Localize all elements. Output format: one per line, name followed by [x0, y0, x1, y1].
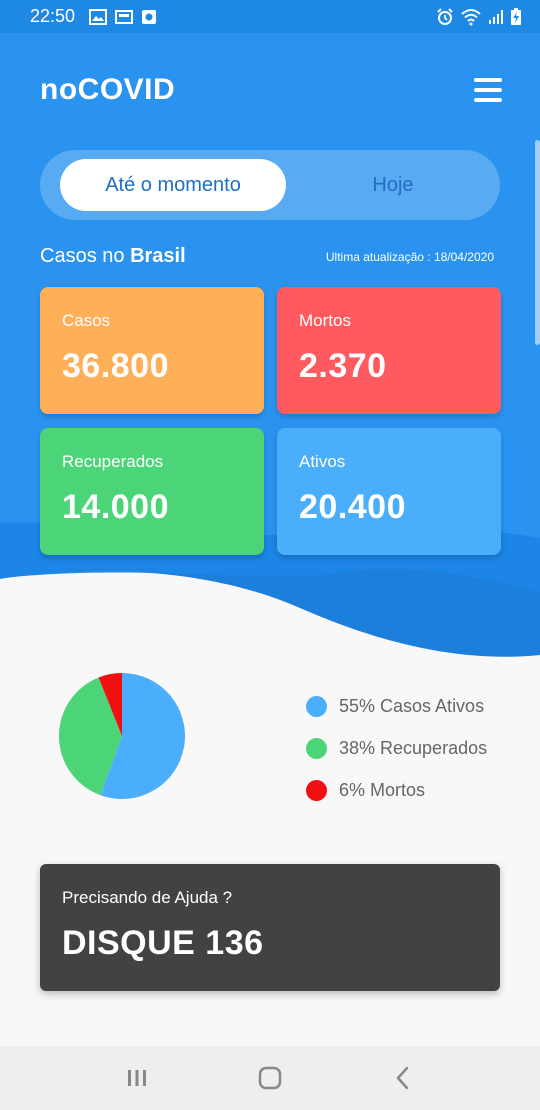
- legend-item: 38% Recuperados: [306, 727, 487, 769]
- legend-label: 6% Mortos: [339, 779, 426, 800]
- help-phone: DISQUE 136: [62, 924, 264, 962]
- image-icon: [89, 8, 108, 25]
- signal-icon: [489, 9, 503, 24]
- tab-ate-o-momento[interactable]: Até o momento: [60, 159, 286, 211]
- menu-icon[interactable]: [474, 78, 502, 102]
- recent-apps-button[interactable]: [117, 1058, 157, 1098]
- cast-icon: [115, 9, 134, 24]
- legend-dot: [306, 695, 327, 717]
- stat-label: Mortos: [299, 311, 351, 330]
- legend-item: 6% Mortos: [306, 769, 487, 811]
- cases-heading-country: Brasil: [130, 245, 186, 267]
- stat-card-ativos[interactable]: Ativos 20.400: [277, 428, 501, 555]
- app-title: noCOVID: [40, 73, 176, 106]
- stat-label: Casos: [62, 311, 111, 330]
- back-button[interactable]: [383, 1058, 423, 1098]
- stat-card-casos[interactable]: Casos 36.800: [40, 287, 264, 414]
- legend-item: 55% Casos Ativos: [306, 685, 487, 727]
- stat-value: 36.800: [62, 347, 169, 385]
- cases-heading-prefix: Casos no: [40, 245, 125, 267]
- stat-value: 2.370: [299, 347, 387, 385]
- legend-label: 55% Casos Ativos: [339, 695, 485, 716]
- pie-chart: [58, 672, 186, 800]
- last-update-text: Ultima atualização : 18/04/2020: [325, 250, 494, 264]
- home-icon: [258, 1066, 282, 1090]
- tab-hoje[interactable]: Hoje: [286, 159, 500, 211]
- alarm-icon: [437, 7, 453, 25]
- stat-label: Recuperados: [62, 452, 164, 471]
- app-bar: noCOVID: [40, 70, 502, 110]
- home-button[interactable]: [250, 1058, 290, 1098]
- stat-label: Ativos: [299, 452, 346, 471]
- help-card[interactable]: Precisando de Ajuda ? DISQUE 136: [40, 864, 500, 991]
- status-time: 22:50: [30, 6, 76, 26]
- stat-value: 20.400: [299, 488, 406, 526]
- wifi-icon: [461, 8, 481, 25]
- cases-heading: Casos no Brasil: [40, 245, 186, 268]
- legend-dot: [306, 779, 327, 801]
- shield-icon: [142, 9, 157, 24]
- battery-icon: [511, 7, 521, 25]
- stat-card-mortos[interactable]: Mortos 2.370: [277, 287, 501, 414]
- recent-apps-icon: [127, 1070, 146, 1086]
- help-label: Precisando de Ajuda ?: [62, 888, 233, 907]
- stat-card-recuperados[interactable]: Recuperados 14.000: [40, 428, 264, 555]
- pie-legend: 55% Casos Ativos 38% Recuperados 6% Mortos: [306, 685, 487, 811]
- legend-label: 38% Recuperados: [339, 737, 488, 758]
- period-tabs: Até o momento Hoje: [40, 150, 500, 220]
- stat-value: 14.000: [62, 488, 169, 526]
- legend-dot: [306, 737, 327, 759]
- status-bar: 22:50: [0, 0, 540, 33]
- system-nav-bar: [0, 1046, 540, 1110]
- back-icon: [397, 1066, 409, 1090]
- scrollbar[interactable]: [535, 140, 540, 345]
